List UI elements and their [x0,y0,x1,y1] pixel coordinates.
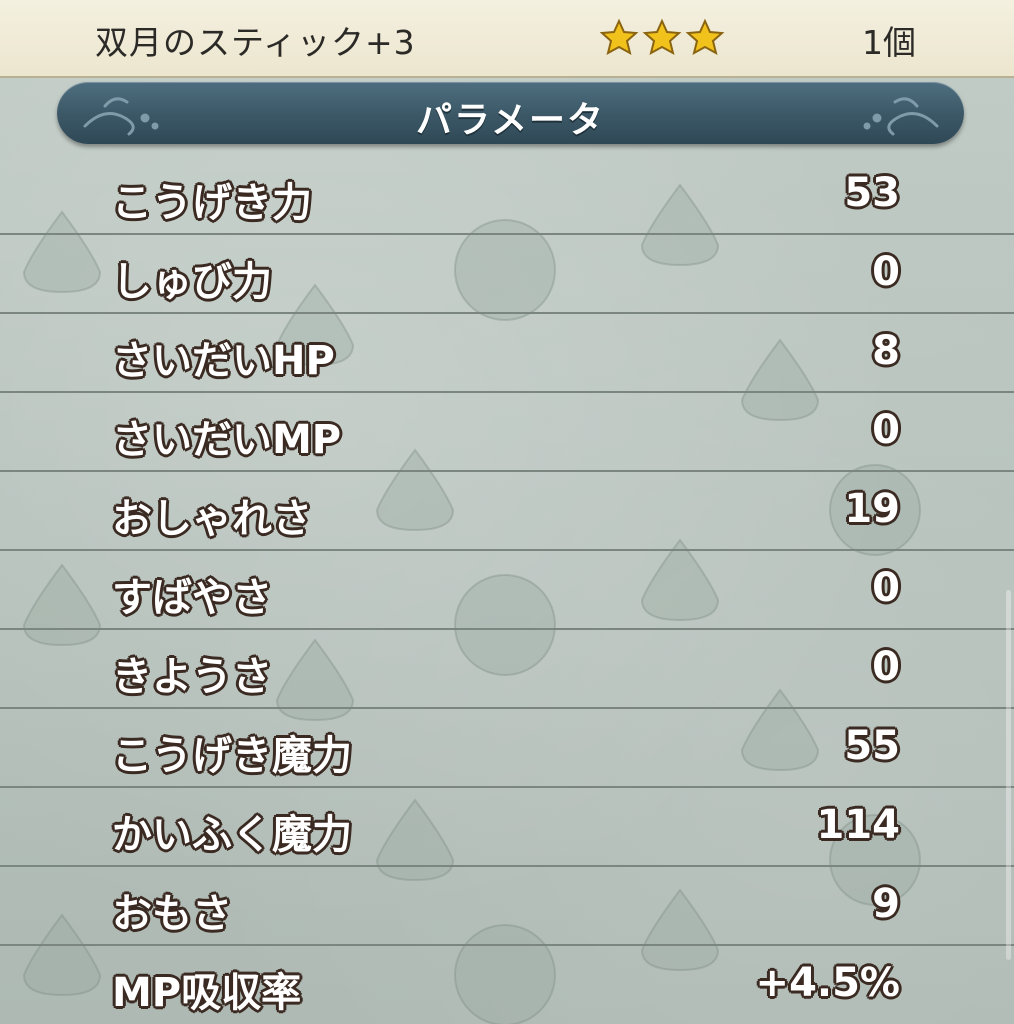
param-row: しゅび力 0 [0,233,1014,314]
param-value: +4.5% [755,960,900,1006]
param-row: きようさ 0 [0,628,1014,709]
param-value: 114 [816,802,901,848]
param-row: さいだいMP 0 [0,391,1014,472]
param-row: かいふく魔力 114 [0,786,1014,867]
param-row: こうげき力 53 [0,154,1014,235]
star-icon [642,18,682,55]
param-value: 55 [844,723,900,769]
param-row: MP吸収率 +4.5% [0,944,1014,1023]
ornament-right-icon [863,97,939,136]
param-value: 19 [844,486,900,532]
rarity-stars [600,18,725,55]
param-label: しゅび力 [112,259,272,305]
param-value: 8 [872,328,900,374]
param-label: MP吸収率 [112,970,302,1016]
param-value: 53 [844,170,900,216]
item-header: 双月のスティック+3 1個 [0,0,1014,78]
param-value: 9 [872,881,900,927]
param-label: こうげき力 [112,180,312,226]
star-icon [685,18,725,55]
param-row: こうげき魔力 55 [0,707,1014,788]
param-label: おもさ [112,891,232,937]
star-icon [600,18,639,55]
param-value: 0 [872,565,900,611]
section-title: パラメータ [416,100,605,141]
item-name: 双月のスティック+3 [95,23,416,62]
param-label: すばやさ [112,575,272,621]
param-label: さいだいMP [112,417,342,463]
param-value: 0 [872,407,900,453]
param-value: 0 [872,249,900,295]
section-banner: パラメータ [57,82,964,144]
param-row: さいだいHP 8 [0,312,1014,393]
param-row: おもさ 9 [0,865,1014,946]
param-label: きようさ [112,654,272,700]
param-label: かいふく魔力 [112,812,352,858]
param-label: さいだいHP [112,338,335,384]
param-row: おしゃれさ 19 [0,470,1014,551]
param-value: 0 [872,644,900,690]
item-quantity: 1個 [862,23,916,62]
scrollbar[interactable] [1006,590,1011,960]
param-label: こうげき魔力 [112,733,352,779]
param-row: すばやさ 0 [0,549,1014,630]
param-label: おしゃれさ [112,496,312,542]
